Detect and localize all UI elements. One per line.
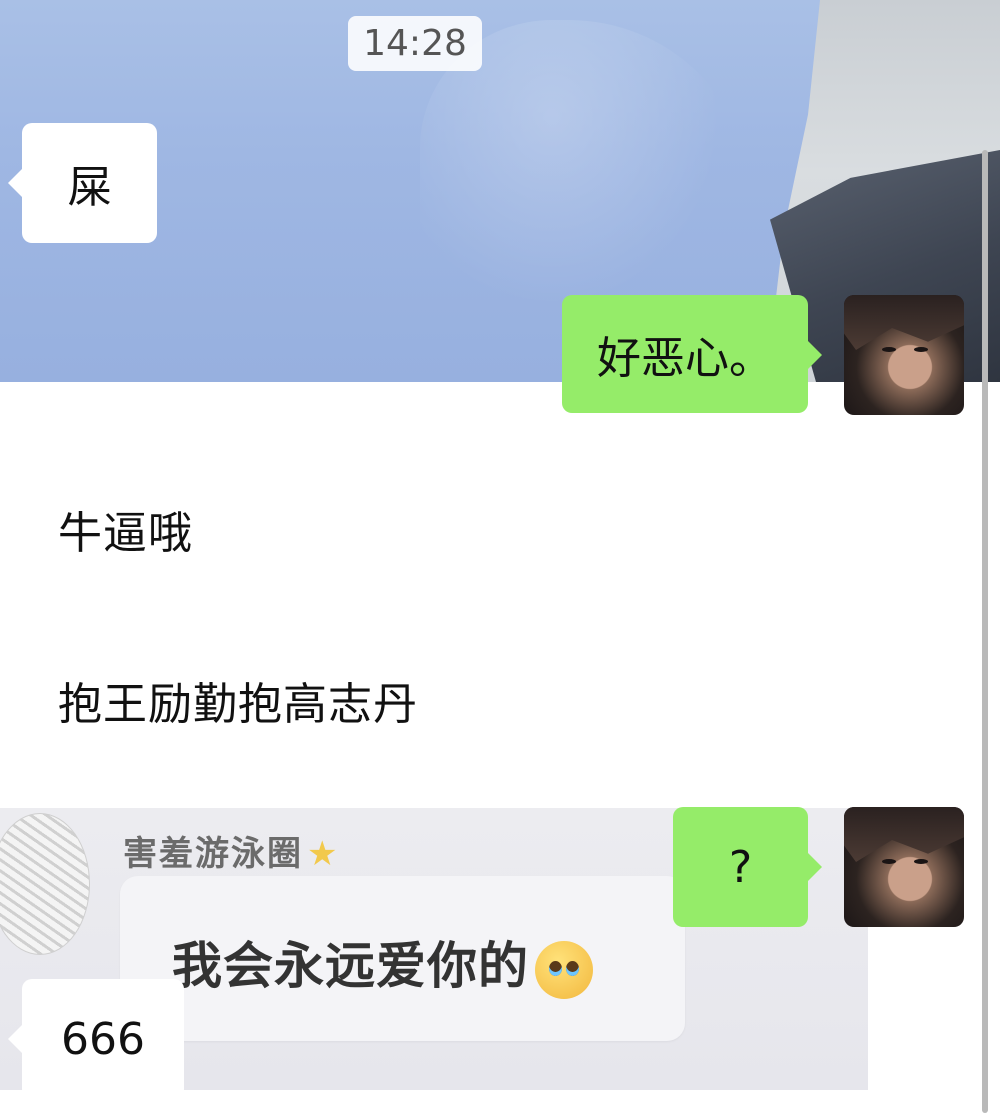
sender-avatar-in-screenshot bbox=[0, 813, 90, 955]
message-text: ? bbox=[728, 841, 753, 893]
message-text-received[interactable]: 抱王励勤抱高志丹 bbox=[58, 668, 418, 732]
screenshot-message-text: 我会永远爱你的 bbox=[172, 937, 529, 995]
scrollbar[interactable] bbox=[982, 150, 988, 1113]
avatar-hair bbox=[844, 295, 964, 350]
avatar-eye bbox=[882, 859, 896, 864]
message-timestamp: 14:28 bbox=[348, 16, 482, 71]
message-bubble-received[interactable]: 666 bbox=[8, 979, 184, 1099]
message-text-received[interactable]: 牛逼哦 bbox=[58, 497, 193, 561]
star-icon: ★ bbox=[307, 834, 340, 874]
pleading-face-icon bbox=[535, 940, 593, 999]
avatar-hair bbox=[844, 807, 964, 862]
screenshot-sender-name-text: 害羞游泳圈 bbox=[123, 834, 303, 874]
message-bubble-received[interactable]: 屎 bbox=[8, 123, 157, 243]
message-text: 666 bbox=[61, 1013, 145, 1065]
avatar-eye bbox=[882, 347, 896, 352]
message-bubble-sent[interactable]: 好恶心。 bbox=[562, 295, 822, 413]
screenshot-sender-name: 害羞游泳圈 ★ bbox=[123, 826, 339, 875]
message-text: 屎 bbox=[67, 162, 112, 213]
self-avatar[interactable] bbox=[844, 295, 964, 415]
message-text: 好恶心。 bbox=[597, 333, 773, 384]
screenshot-message: 我会永远爱你的 bbox=[172, 926, 593, 999]
avatar-eye bbox=[914, 347, 928, 352]
self-avatar[interactable] bbox=[844, 807, 964, 927]
avatar-eye bbox=[914, 859, 928, 864]
message-bubble-sent[interactable]: ? bbox=[673, 807, 822, 927]
